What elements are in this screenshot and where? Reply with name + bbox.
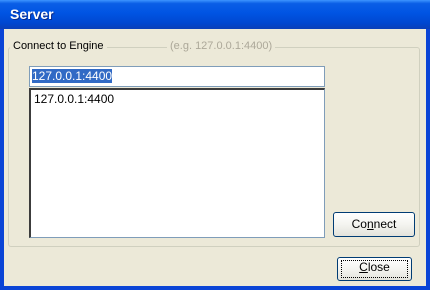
connect-button[interactable]: Connect	[333, 212, 415, 237]
window-title: Server	[10, 6, 54, 22]
list-item[interactable]: 127.0.0.1:4400	[31, 90, 324, 108]
engine-address-value: 127.0.0.1:4400	[32, 69, 113, 83]
engine-address-input[interactable]: 127.0.0.1:4400	[29, 66, 325, 87]
group-legend: Connect to Engine	[10, 40, 107, 52]
title-bar[interactable]: Server	[0, 0, 430, 29]
address-history-list[interactable]: 127.0.0.1:4400	[29, 88, 325, 238]
close-button[interactable]: Close	[337, 257, 412, 281]
address-hint: (e.g. 127.0.0.1:4400)	[167, 40, 276, 52]
focus-rectangle	[341, 260, 408, 278]
